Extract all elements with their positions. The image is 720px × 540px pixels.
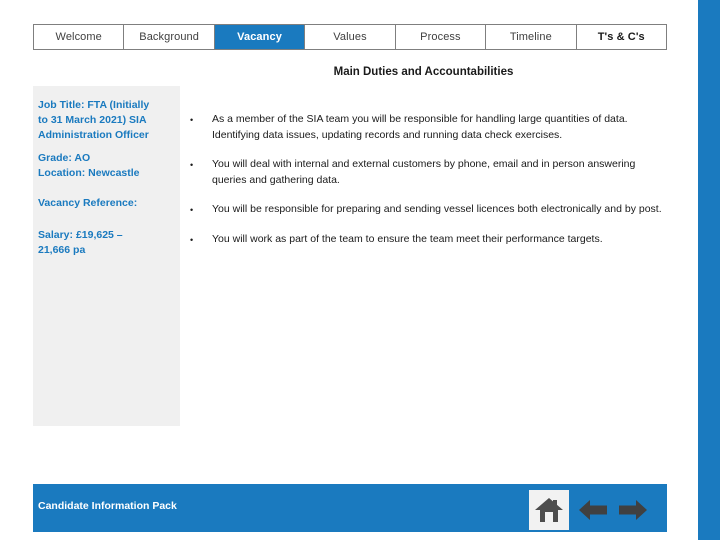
list-item: • As a member of the SIA team you will b…: [186, 112, 666, 143]
salary-line-2: 21,666 pa: [38, 244, 86, 256]
job-title-block: Job Title: FTA (Initially to 31 March 20…: [38, 98, 178, 143]
arrow-right-icon[interactable]: [616, 496, 650, 524]
tab-process-label: Process: [420, 31, 461, 43]
tab-welcome-label: Welcome: [55, 31, 102, 43]
footer-navigation: [529, 488, 659, 532]
tab-bar: Welcome Background Vacancy Values Proces…: [33, 24, 667, 50]
job-title-line-1: Job Title: FTA (Initially: [38, 99, 150, 111]
list-item: • You will be responsible for preparing …: [186, 202, 666, 218]
tab-process[interactable]: Process: [395, 25, 487, 49]
list-item-text: You will work as part of the team to ens…: [212, 233, 603, 245]
right-edge-bar: [698, 0, 720, 540]
tab-values-label: Values: [333, 31, 367, 43]
list-item-text: As a member of the SIA team you will be …: [212, 113, 628, 141]
bullet-icon: •: [190, 205, 194, 215]
tab-values[interactable]: Values: [305, 25, 396, 49]
bullet-icon: •: [190, 115, 194, 125]
list-item: • You will deal with internal and extern…: [186, 157, 666, 188]
tab-timeline[interactable]: Timeline: [486, 25, 577, 49]
list-item-text: You will be responsible for preparing an…: [212, 203, 662, 215]
tab-background-label: Background: [139, 31, 199, 43]
tab-vacancy-label: Vacancy: [237, 31, 282, 43]
job-title-line-3: Administration Officer: [38, 129, 149, 141]
footer-label: Candidate Information Pack: [38, 500, 177, 512]
location-value: Location: Newcastle: [38, 167, 140, 179]
footer-bar: Candidate Information Pack: [33, 484, 667, 532]
job-info-panel: Job Title: FTA (Initially to 31 March 20…: [33, 86, 180, 426]
salary-block: Salary: £19,625 – 21,666 pa: [38, 228, 178, 258]
job-title-line-2: to 31 March 2021) SIA: [38, 114, 147, 126]
tab-vacancy[interactable]: Vacancy: [214, 25, 306, 49]
tab-timeline-label: Timeline: [509, 31, 552, 43]
bullet-icon: •: [190, 160, 194, 170]
grade-location-block: Grade: AO Location: Newcastle: [38, 151, 178, 181]
home-icon[interactable]: [529, 490, 569, 530]
tab-terms-and-conditions[interactable]: T's & C's: [576, 25, 666, 49]
bullet-icon: •: [190, 235, 194, 245]
vacancy-reference-block: Vacancy Reference:: [38, 196, 178, 211]
slide: Welcome Background Vacancy Values Proces…: [0, 0, 720, 540]
duties-list: • As a member of the SIA team you will b…: [186, 112, 666, 262]
section-title: Main Duties and Accountabilities: [333, 66, 514, 78]
tab-background[interactable]: Background: [124, 25, 215, 49]
salary-line-1: Salary: £19,625 –: [38, 229, 123, 241]
tab-terms-and-conditions-label: T's & C's: [597, 31, 645, 43]
grade-value: Grade: AO: [38, 152, 91, 164]
arrow-left-icon[interactable]: [576, 496, 610, 524]
tab-welcome[interactable]: Welcome: [34, 25, 125, 49]
list-item-text: You will deal with internal and external…: [212, 158, 636, 186]
list-item: • You will work as part of the team to e…: [186, 232, 666, 248]
vacancy-reference-label: Vacancy Reference:: [38, 197, 138, 209]
